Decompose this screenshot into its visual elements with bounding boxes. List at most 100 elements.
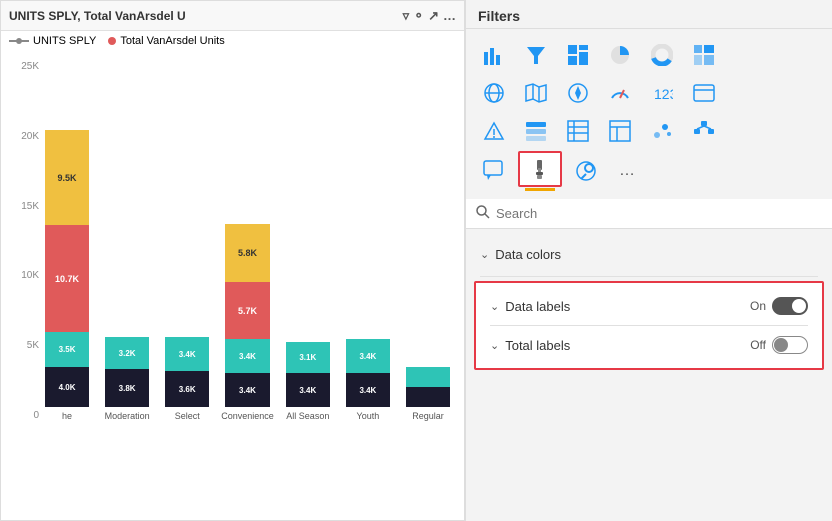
more-icon[interactable]: … [443, 8, 456, 23]
total-labels-chevron[interactable]: ⌄ [490, 339, 499, 352]
bar-group-he: 9.5K 10.7K 3.5K 4.0K he [41, 130, 93, 421]
table-icon-btn[interactable] [560, 113, 596, 149]
panel-header: Filters [466, 0, 832, 29]
bar-stack-he: 9.5K 10.7K 3.5K 4.0K [41, 130, 93, 407]
total-labels-label: Total labels [505, 338, 570, 353]
data-labels-toggle-track [772, 297, 808, 315]
funnel-icon-btn[interactable] [518, 37, 554, 73]
bar-category-regular: Regular [402, 411, 454, 421]
icons-row-2: 123 [476, 75, 822, 111]
tree-icon-btn[interactable] [686, 113, 722, 149]
more-icons-btn[interactable]: … [610, 153, 646, 189]
data-colors-row: ⌄ Data colors [480, 241, 818, 268]
format-options: ⌄ Data colors ⌄ Data labels On [466, 229, 832, 521]
y-axis: 25K 20K 15K 10K 5K 0 [9, 61, 39, 421]
divider-inner [490, 325, 808, 326]
bar-stack-allseason: 3.1K 3.4K [282, 342, 334, 407]
visual-icon[interactable]: ⚬ [413, 8, 424, 24]
bar-category-youth: Youth [342, 411, 394, 421]
matrix-icon-btn[interactable] [686, 37, 722, 73]
search-section [466, 199, 832, 229]
data-colors-label: Data colors [495, 247, 561, 262]
bar-stack-convenience: 5.8K 5.7K 3.4K 3.4K [221, 224, 274, 407]
slicer-icon-btn[interactable] [518, 113, 554, 149]
donut-icon-btn[interactable] [644, 37, 680, 73]
bar-all-dark: 3.4K [286, 373, 330, 407]
bar-sel-teal: 3.4K [165, 337, 209, 371]
data-labels-toggle-container: On [750, 297, 808, 315]
icons-row-3 [476, 113, 822, 149]
bar-sel-dark: 3.6K [165, 371, 209, 407]
map-icon-btn[interactable] [518, 75, 554, 111]
bar-stack-select: 3.4K 3.6K [161, 337, 213, 407]
chart-panel: UNITS SPLY, Total VanArsdel U ▿ ⚬ ↗ … UN… [0, 0, 465, 521]
icons-grid: 123 [466, 29, 832, 199]
total-labels-toggle-state: Off [750, 338, 766, 352]
card-icon-btn[interactable] [686, 75, 722, 111]
bar-chart-icon-btn[interactable] [476, 37, 512, 73]
data-labels-toggle-thumb [792, 299, 806, 313]
legend-item-vanarsdel: Total VanArsdel Units [108, 35, 224, 47]
icons-row-1 [476, 37, 822, 73]
bar-category-moderation: Moderation [101, 411, 153, 421]
data-labels-row: ⌄ Data labels On [490, 291, 808, 321]
bar-he-dark: 4.0K [45, 367, 89, 407]
matrix2-icon-btn[interactable] [602, 113, 638, 149]
chart-title: UNITS SPLY, Total VanArsdel U [9, 9, 403, 23]
delta-icon-btn[interactable] [476, 113, 512, 149]
data-labels-chevron[interactable]: ⌄ [490, 300, 499, 313]
bar-group-regular: Regular [402, 367, 454, 421]
bar-youth-dark: 3.4K [346, 373, 390, 407]
bar-he-teal: 3.5K [45, 332, 89, 367]
pie-chart-icon-btn[interactable] [602, 37, 638, 73]
bar-youth-teal: 3.4K [346, 339, 390, 373]
chart-legend: UNITS SPLY Total VanArsdel Units [1, 31, 464, 51]
data-labels-title: ⌄ Data labels [490, 299, 570, 314]
gauge-icon-btn[interactable] [602, 75, 638, 111]
chart-header-icons: ▿ ⚬ ↗ … [403, 8, 456, 24]
expand-icon[interactable]: ↗ [428, 8, 439, 24]
bar-stack-regular [402, 367, 454, 407]
total-labels-title: ⌄ Total labels [490, 338, 570, 353]
search-input[interactable] [496, 206, 822, 221]
filter-icon[interactable]: ▿ [403, 8, 410, 24]
data-labels-toggle[interactable] [772, 297, 808, 315]
highlighted-sections: ⌄ Data labels On ⌄ Total labels [474, 281, 824, 370]
scatter-icon-btn[interactable] [644, 113, 680, 149]
bar-conv-dark: 3.4K [225, 373, 270, 407]
data-labels-toggle-state: On [750, 299, 766, 313]
compass-icon-btn[interactable] [560, 75, 596, 111]
data-colors-chevron[interactable]: ⌄ [480, 248, 489, 261]
data-labels-label: Data labels [505, 299, 570, 314]
format-paintbrush-icon-btn[interactable] [518, 151, 562, 187]
bar-category-allseason: All Season [282, 411, 334, 421]
total-labels-toggle-container: Off [750, 336, 808, 354]
bar-group-select: 3.4K 3.6K Select [161, 337, 213, 421]
bar-conv-yellow: 5.8K [225, 224, 270, 282]
total-labels-toggle[interactable] [772, 336, 808, 354]
svg-text:123: 123 [654, 86, 673, 102]
bar-reg-teal [406, 367, 450, 387]
format-panel: Filters [465, 0, 832, 521]
globe-icon-btn[interactable] [476, 75, 512, 111]
analyze-icon-btn[interactable] [568, 153, 604, 189]
total-labels-toggle-track [772, 336, 808, 354]
bar-conv-red: 5.7K [225, 282, 270, 339]
bar-mod-dark: 3.8K [105, 369, 149, 407]
bar-all-teal: 3.1K [286, 342, 330, 373]
bar-group-youth: 3.4K 3.4K Youth [342, 339, 394, 421]
bar-category-select: Select [161, 411, 213, 421]
legend-label-sply: UNITS SPLY [33, 35, 96, 47]
panel-title: Filters [478, 8, 520, 24]
bar-stack-moderation: 3.2K 3.8K [101, 337, 153, 407]
chart-header: UNITS SPLY, Total VanArsdel U ▿ ⚬ ↗ … [1, 1, 464, 31]
divider-1 [480, 276, 818, 277]
bar-reg-dark [406, 387, 450, 407]
number-icon-btn[interactable]: 123 [644, 75, 680, 111]
bar-conv-teal: 3.4K [225, 339, 270, 373]
bar-category-convenience: Convenience [221, 411, 274, 421]
bar-he-yellow: 9.5K [45, 130, 89, 225]
speech-icon-btn[interactable] [476, 153, 512, 189]
data-colors-section: ⌄ Data colors [466, 233, 832, 276]
treemap-icon-btn[interactable] [560, 37, 596, 73]
